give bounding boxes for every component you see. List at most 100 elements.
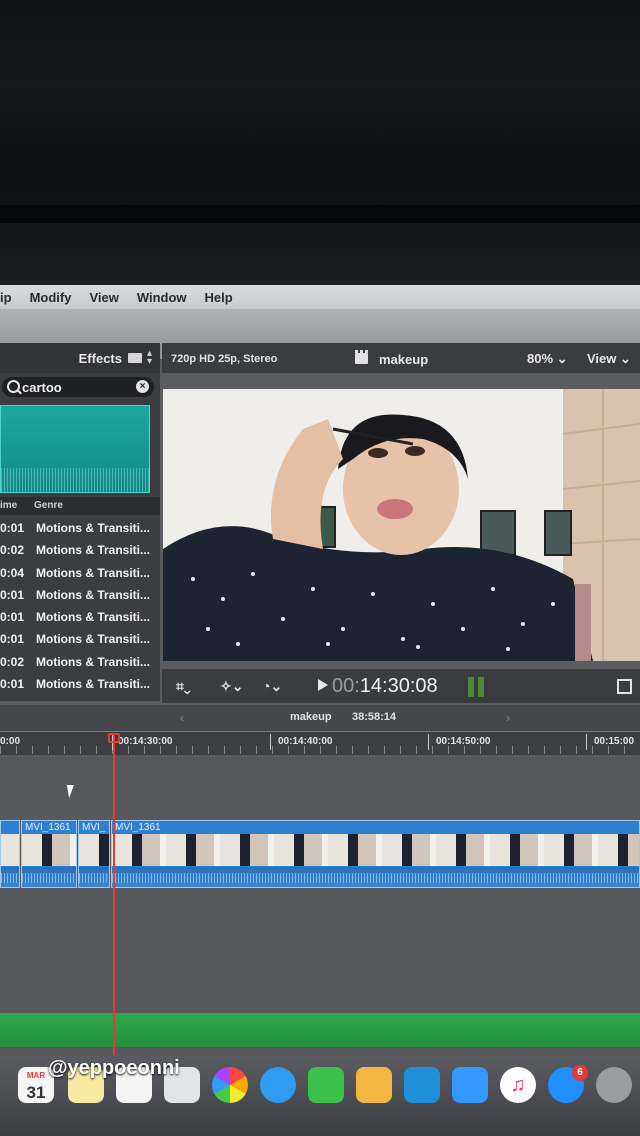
- item-time: 0:02: [0, 543, 25, 557]
- zoom-dropdown[interactable]: 80% ⌄: [527, 351, 568, 367]
- chevron-updown-icon[interactable]: ▴ ▾: [147, 349, 152, 367]
- play-icon[interactable]: [318, 679, 328, 691]
- clip-name: MVI_1361: [115, 822, 161, 833]
- screen: ip Modify View Window Help Effects ▴ ▾ ca…: [0, 285, 640, 1136]
- timeline-project-name: makeup: [290, 711, 332, 723]
- audio-meter-left: [468, 677, 474, 697]
- clip-audio-waveform: [1, 867, 19, 887]
- list-item[interactable]: 0:01 Motions & Transiti...: [0, 628, 160, 650]
- list-item[interactable]: 0:02 Motions & Transiti...: [0, 651, 160, 673]
- viewer-controls: ⌗⌄ ✧⌄ ◔⌄ 00:14:30:08: [162, 669, 640, 703]
- timecode-prefix: 00:: [332, 675, 360, 697]
- fullscreen-icon[interactable]: [617, 679, 632, 694]
- timeline-clip[interactable]: MVI_1361: [111, 820, 640, 888]
- video-frame-image: [163, 389, 640, 661]
- menu-bar: ip Modify View Window Help: [0, 285, 640, 309]
- item-time: 0:01: [0, 521, 25, 535]
- timeline-ruler[interactable]: 0:00 00:14:30:00 00:14:40:00 00:14:50:00…: [0, 731, 640, 756]
- timeline-clip[interactable]: MVI_: [78, 820, 110, 888]
- clip-audio-waveform: [112, 867, 639, 887]
- clapper-icon: [355, 350, 368, 364]
- clip-audio-waveform: [22, 867, 76, 887]
- list-item[interactable]: 0:01 Motions & Transiti...: [0, 673, 160, 695]
- timeline-duration: 38:58:14: [352, 711, 397, 723]
- menu-help[interactable]: Help: [205, 290, 233, 305]
- notification-badge: 6: [572, 1065, 588, 1081]
- clip-filmstrip: [79, 834, 109, 866]
- list-item[interactable]: 0:01 Motions & Transiti...: [0, 517, 160, 539]
- item-time: 0:01: [0, 677, 25, 691]
- menu-modify[interactable]: Modify: [30, 290, 72, 305]
- timeline-clip[interactable]: MVI_1361: [21, 820, 77, 888]
- effects-browser: Effects ▴ ▾ cartoo × ime Genre 0:01 Motion…: [0, 343, 160, 701]
- viewer-header: 720p HD 25p, Stereo makeup 80% ⌄ View ⌄: [162, 343, 640, 373]
- crop-icon[interactable]: ⌗⌄: [176, 678, 191, 695]
- list-item[interactable]: 0:01 Motions & Transiti...: [0, 584, 160, 606]
- effects-title[interactable]: Effects: [79, 351, 122, 366]
- search-icon: [7, 380, 20, 393]
- item-time: 0:01: [0, 610, 25, 624]
- transform-icon[interactable]: ✧⌄: [220, 678, 243, 695]
- clip-filmstrip: [22, 834, 76, 866]
- playhead[interactable]: [113, 735, 115, 1065]
- column-genre[interactable]: Genre: [34, 500, 63, 511]
- search-field[interactable]: cartoo ×: [2, 377, 154, 397]
- forward-arrow-icon[interactable]: ›: [506, 711, 510, 725]
- clip-filmstrip: [112, 834, 639, 866]
- item-genre: Motions & Transiti...: [36, 610, 151, 624]
- ruler-label: 00:14:40:00: [278, 736, 333, 747]
- item-genre: Motions & Transiti...: [36, 588, 151, 602]
- ruler-ticks: [0, 746, 640, 754]
- ruler-label: 0:00: [0, 736, 21, 747]
- facetime-icon[interactable]: [308, 1067, 344, 1103]
- video-format: 720p HD 25p, Stereo: [171, 353, 278, 365]
- video-frame[interactable]: [163, 389, 640, 661]
- clear-search-icon[interactable]: ×: [136, 380, 149, 393]
- list-item[interactable]: 0:04 Motions & Transiti...: [0, 562, 160, 584]
- effect-thumbnail[interactable]: [0, 405, 150, 493]
- timeline-clip[interactable]: [0, 820, 20, 888]
- monitor-bezel: [0, 0, 640, 285]
- item-time: 0:01: [0, 632, 25, 646]
- timecode-display: 00:14:30:08: [332, 675, 438, 698]
- list-header: ime Genre: [0, 497, 160, 515]
- clip-name: MVI_1361: [25, 822, 71, 833]
- ruler-label: 00:14:30:00: [118, 736, 173, 747]
- audio-track[interactable]: [0, 1013, 640, 1047]
- system-preferences-icon[interactable]: [596, 1067, 632, 1103]
- timecode-value: 14:30:08: [359, 675, 438, 697]
- music-icon[interactable]: ♫: [500, 1067, 536, 1103]
- clip-name: MVI_: [82, 822, 106, 833]
- item-genre: Motions & Transiti...: [36, 677, 151, 691]
- item-genre: Motions & Transiti...: [36, 632, 151, 646]
- folder-icon[interactable]: [128, 353, 142, 363]
- monitor-bezel-band: [0, 205, 640, 223]
- back-arrow-icon[interactable]: ‹: [180, 711, 184, 725]
- pages-icon[interactable]: [356, 1067, 392, 1103]
- list-item[interactable]: 0:02 Motions & Transiti...: [0, 539, 160, 561]
- item-genre: Motions & Transiti...: [36, 566, 151, 580]
- watermark: @yeppoeonni: [48, 1057, 180, 1079]
- keynote-icon[interactable]: [452, 1067, 488, 1103]
- photos-icon[interactable]: [212, 1067, 248, 1103]
- search-input[interactable]: cartoo: [22, 380, 62, 395]
- item-genre: Motions & Transiti...: [36, 521, 151, 535]
- ruler-label: 00:14:50:00: [436, 736, 491, 747]
- item-genre: Motions & Transiti...: [36, 543, 151, 557]
- numbers-icon[interactable]: [404, 1067, 440, 1103]
- speed-icon[interactable]: ◔⌄: [262, 678, 282, 695]
- menu-view[interactable]: View: [89, 290, 118, 305]
- list-item[interactable]: 0:01 Motions & Transiti...: [0, 606, 160, 628]
- menu-clip[interactable]: ip: [0, 290, 12, 305]
- calendar-day: 31: [26, 1083, 46, 1102]
- thumbnail-waveform: [1, 468, 149, 492]
- project-name: makeup: [379, 352, 429, 367]
- column-time[interactable]: ime: [0, 500, 17, 511]
- item-time: 0:01: [0, 588, 25, 602]
- menu-window[interactable]: Window: [137, 290, 187, 305]
- view-dropdown[interactable]: View ⌄: [587, 351, 631, 367]
- timeline-header: ‹ makeup 38:58:14 ›: [0, 705, 640, 731]
- item-genre: Motions & Transiti...: [36, 655, 151, 669]
- messages-icon[interactable]: [260, 1067, 296, 1103]
- clip-audio-waveform: [79, 867, 109, 887]
